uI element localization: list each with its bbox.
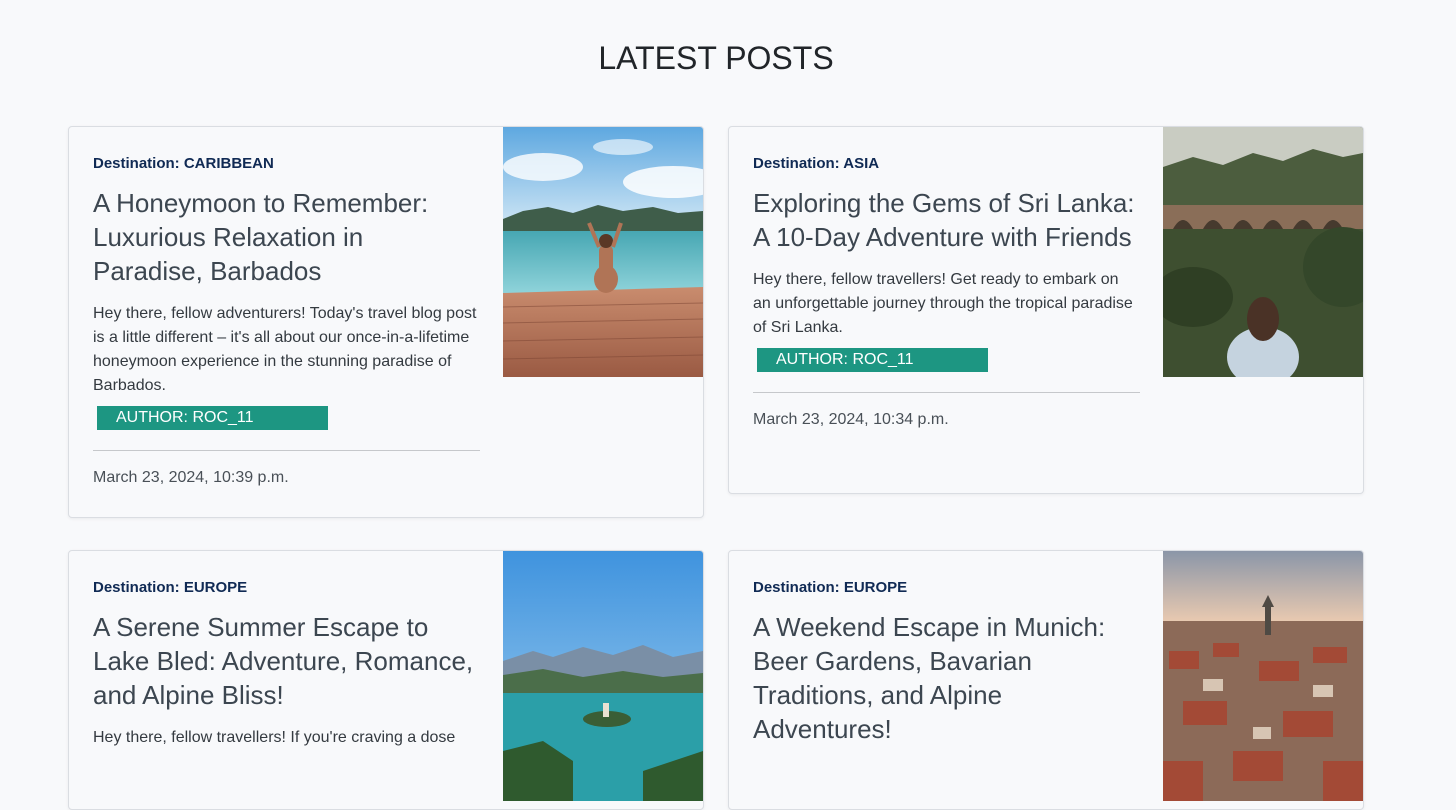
nine-arch-bridge-photo[interactable] — [1163, 127, 1363, 377]
post-excerpt: Hey there, fellow travellers! If you're … — [93, 729, 456, 746]
page-title: LATEST POSTS — [598, 40, 834, 76]
author-badge[interactable]: AUTHOR: ROC_11 — [757, 348, 988, 372]
card-divider — [93, 450, 480, 451]
author-badge[interactable]: AUTHOR: ROC_11 — [97, 406, 328, 430]
post-date: March 23, 2024, 10:39 p.m. — [93, 469, 289, 486]
post-destination: Destination: ASIA — [753, 155, 880, 172]
post-card-body: Destination: EUROPE A Weekend Escape in … — [753, 575, 1140, 746]
post-excerpt: Hey there, fellow adventurers! Today's t… — [93, 305, 477, 394]
post-card[interactable]: Destination: EUROPE A Serene Summer Esca… — [68, 550, 704, 810]
card-divider — [753, 392, 1140, 393]
lake-bled-photo[interactable] — [503, 551, 703, 801]
post-destination: Destination: EUROPE — [753, 579, 908, 596]
post-card[interactable]: Destination: EUROPE A Weekend Escape in … — [728, 550, 1364, 810]
post-destination: Destination: CARIBBEAN — [93, 155, 274, 172]
post-title[interactable]: A Honeymoon to Remember: Luxurious Relax… — [93, 186, 480, 288]
post-card[interactable]: Destination: ASIA Exploring the Gems of … — [728, 126, 1364, 494]
woman-on-pier-photo[interactable] — [503, 127, 703, 377]
post-card-body: Destination: CARIBBEAN A Honeymoon to Re… — [93, 151, 480, 487]
post-title[interactable]: Exploring the Gems of Sri Lanka: A 10-Da… — [753, 186, 1140, 254]
post-destination: Destination: EUROPE — [93, 579, 248, 596]
munich-rooftops-photo[interactable] — [1163, 551, 1363, 801]
post-date: March 23, 2024, 10:34 p.m. — [753, 411, 949, 428]
post-title[interactable]: A Serene Summer Escape to Lake Bled: Adv… — [93, 610, 480, 712]
post-excerpt: Hey there, fellow travellers! Get ready … — [753, 271, 1133, 336]
post-card-body: Destination: EUROPE A Serene Summer Esca… — [93, 575, 480, 750]
post-card[interactable]: Destination: CARIBBEAN A Honeymoon to Re… — [68, 126, 704, 518]
post-title[interactable]: A Weekend Escape in Munich: Beer Gardens… — [753, 610, 1140, 746]
post-card-body: Destination: ASIA Exploring the Gems of … — [753, 151, 1140, 429]
